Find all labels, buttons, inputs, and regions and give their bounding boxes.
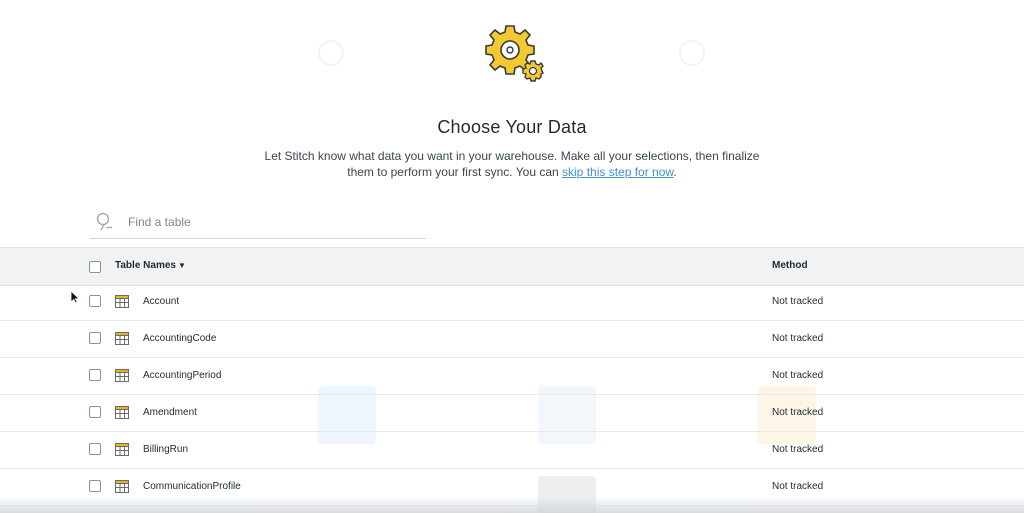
table-row[interactable]: AccountingCode Not tracked <box>0 321 1024 358</box>
table-row[interactable]: BillingRun Not tracked <box>0 432 1024 469</box>
choose-data-page: Choose Your Data Let Stitch know what da… <box>0 0 1024 513</box>
ghost-step-circle <box>679 40 705 66</box>
table-method: Not tracked <box>772 370 824 381</box>
table-method: Not tracked <box>772 481 824 492</box>
table-name: CommunicationProfile <box>143 481 241 492</box>
table-grid-icon <box>115 443 129 456</box>
caret-down-icon: ▼ <box>177 261 186 270</box>
table-names-sort-header[interactable]: Table Names ▼ <box>115 260 186 271</box>
table-name: AccountingPeriod <box>143 370 222 381</box>
table-method: Not tracked <box>772 407 824 418</box>
select-all-checkbox[interactable] <box>89 261 101 273</box>
mouse-pointer-icon <box>70 290 80 304</box>
table-name: Account <box>143 296 180 307</box>
magnifier-icon <box>96 212 112 231</box>
table-method: Not tracked <box>772 296 824 307</box>
gears-icon <box>485 25 544 82</box>
bottom-fade <box>0 497 1024 513</box>
table-grid-icon <box>115 295 129 308</box>
table-search <box>90 206 426 239</box>
row-checkbox[interactable] <box>89 443 101 455</box>
table-list: Account Not tracked AccountingCode Not t… <box>0 284 1024 506</box>
table-header: Table Names ▼ Method <box>0 247 1024 286</box>
row-checkbox[interactable] <box>89 480 101 492</box>
row-checkbox[interactable] <box>89 406 101 418</box>
search-input[interactable] <box>126 212 420 232</box>
skip-step-link[interactable]: skip this step for now <box>562 165 673 179</box>
table-names-label: Table Names <box>115 260 176 271</box>
table-grid-icon <box>115 369 129 382</box>
table-row[interactable]: Amendment Not tracked <box>0 395 1024 432</box>
table-grid-icon <box>115 332 129 345</box>
table-row[interactable]: AccountingPeriod Not tracked <box>0 358 1024 395</box>
table-method: Not tracked <box>772 333 824 344</box>
row-checkbox[interactable] <box>89 369 101 381</box>
subtitle-text: Let Stitch know what data you want in yo… <box>264 149 760 179</box>
table-name: AccountingCode <box>143 333 217 344</box>
ghost-step-circle <box>318 40 344 66</box>
table-grid-icon <box>115 406 129 419</box>
subtitle-end: . <box>673 165 677 179</box>
page-title: Choose Your Data <box>437 117 587 137</box>
row-checkbox[interactable] <box>89 332 101 344</box>
row-checkbox[interactable] <box>89 295 101 307</box>
table-name: Amendment <box>143 407 197 418</box>
table-grid-icon <box>115 480 129 493</box>
method-header: Method <box>772 260 808 271</box>
table-row[interactable]: Account Not tracked <box>0 284 1024 321</box>
table-name: BillingRun <box>143 444 189 455</box>
page-subtitle: Let Stitch know what data you want in yo… <box>262 148 762 180</box>
table-method: Not tracked <box>772 444 824 455</box>
